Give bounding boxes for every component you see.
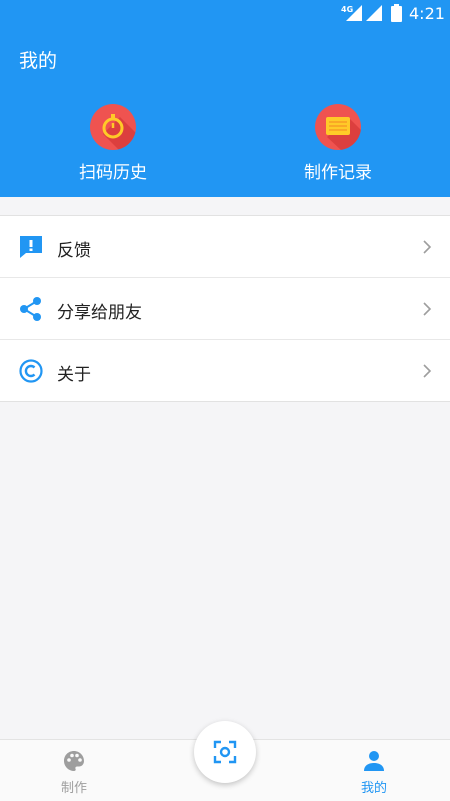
settings-menu: 反馈 分享给朋友 关于 [0, 215, 450, 402]
menu-item-feedback[interactable]: 反馈 [0, 216, 450, 278]
scan-fab-button[interactable] [194, 721, 256, 783]
nav-item-mine[interactable]: 我的 [314, 740, 434, 801]
person-icon [364, 751, 384, 771]
menu-item-share[interactable]: 分享给朋友 [0, 278, 450, 340]
menu-item-label: 分享给朋友 [57, 303, 142, 323]
battery-icon [391, 4, 402, 22]
status-bar: 4G 4:21 [0, 0, 450, 26]
document-icon [315, 104, 361, 150]
page-title: 我的 [19, 50, 58, 72]
wifi-signal-icon [366, 5, 382, 21]
share-icon [20, 297, 41, 321]
chevron-right-icon [423, 240, 432, 254]
scan-icon [213, 740, 237, 764]
stopwatch-icon [90, 104, 136, 150]
feedback-icon [20, 236, 42, 258]
nav-item-create[interactable]: 制作 [14, 740, 134, 801]
scan-history-button[interactable]: 扫码历史 [43, 104, 183, 183]
header: 4G 4:21 我的 扫码历史 制作记录 [0, 0, 450, 197]
nav-label-create: 制作 [60, 781, 87, 796]
clock: 4:21 [409, 4, 445, 23]
menu-item-label: 反馈 [57, 241, 91, 261]
copyright-icon [19, 359, 43, 383]
menu-item-about[interactable]: 关于 [0, 340, 450, 401]
palette-icon [64, 751, 84, 771]
scan-history-label: 扫码历史 [79, 163, 147, 183]
chevron-right-icon [423, 302, 432, 316]
chevron-right-icon [423, 364, 432, 378]
creation-records-label: 制作记录 [304, 163, 372, 183]
creation-records-button[interactable]: 制作记录 [268, 104, 408, 183]
menu-item-label: 关于 [57, 365, 91, 385]
nav-label-mine: 我的 [360, 781, 387, 796]
signal-icon [346, 5, 362, 21]
